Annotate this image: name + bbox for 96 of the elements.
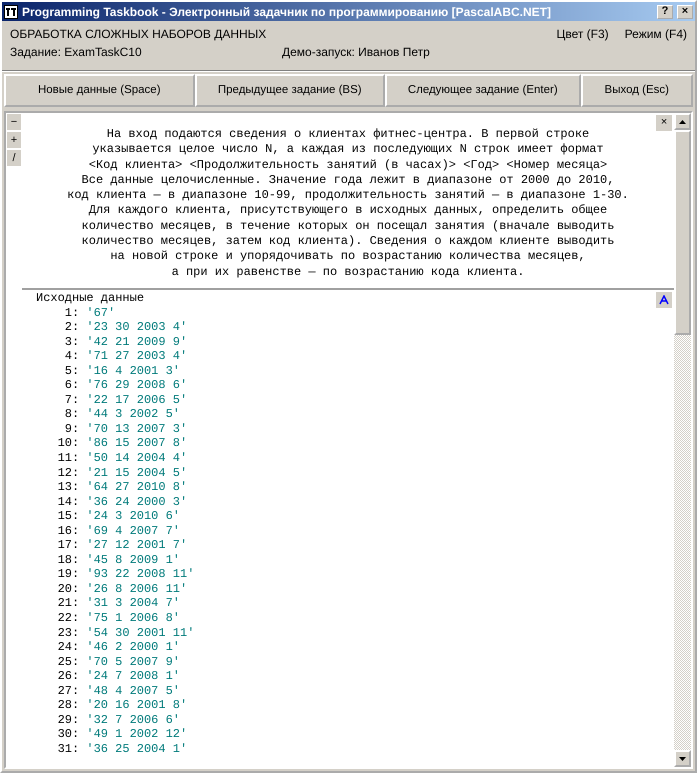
up-arrow-icon: [679, 120, 686, 124]
data-value: '27 12 2001 7': [86, 538, 188, 552]
line-number: 9:: [64, 422, 80, 436]
line-number: 13:: [56, 480, 80, 495]
data-value: '32 7 2006 6': [86, 712, 180, 727]
line-number: 2:: [64, 320, 80, 335]
data-value: '42 21 2009 9': [86, 334, 188, 349]
close-button[interactable]: ×: [656, 115, 672, 131]
line-number: 22:: [56, 611, 80, 626]
data-value: '46 2 2000 1': [86, 640, 180, 654]
data-value: '70 13 2007 3': [86, 422, 188, 436]
letter-a-icon: [659, 294, 669, 305]
side-button[interactable]: −: [7, 114, 21, 130]
data-value: '50 14 2004 4': [86, 450, 188, 465]
line-number: 29:: [56, 712, 80, 728]
description-line: Для каждого клиента, присутствующего в исходных данных, определить общее: [88, 203, 608, 219]
line-number: 30:: [56, 727, 80, 742]
color-option[interactable]: Цвет (F3): [556, 25, 609, 43]
app-icon: [4, 4, 18, 18]
side-button[interactable]: +: [7, 132, 21, 148]
data-value: '64 27 2010 8': [86, 480, 188, 494]
data-value: '16 4 2001 3': [86, 364, 180, 378]
line-number: 19:: [56, 567, 80, 582]
toolbar-button[interactable]: Следующее задание (Enter): [385, 74, 580, 107]
line-number: 24:: [56, 640, 80, 655]
line-number: 20:: [56, 582, 80, 596]
data-value: '36 24 2000 3': [86, 494, 188, 509]
data-value: '26 8 2006 11': [86, 582, 188, 596]
line-number: 28:: [56, 698, 80, 713]
line-number: 5:: [64, 364, 80, 378]
section-heading: Исходные данные: [36, 290, 146, 306]
toolbar-button[interactable]: Предыдущее задание (BS): [194, 74, 385, 107]
description-line: код клиента — в диапазоне 10-99, продолжительность занятий — в диапазоне 1-30.: [66, 188, 630, 204]
mode-option[interactable]: Режим (F4): [624, 25, 687, 43]
line-number: 7:: [64, 392, 80, 408]
font-button[interactable]: [656, 292, 672, 308]
description-line: На вход подаются сведения о клиентах фитнес-центра. В первой строке: [106, 127, 590, 142]
data-value: '20 16 2001 8': [86, 698, 188, 712]
data-value: '31 3 2004 7': [86, 596, 180, 610]
data-value: '49 1 2002 12': [86, 727, 188, 742]
data-value: '86 15 2007 8': [86, 436, 188, 450]
data-value: '24 3 2010 6': [86, 509, 180, 524]
data-value: '75 1 2006 8': [86, 611, 180, 625]
data-value: '45 8 2009 1': [86, 552, 180, 567]
data-value: '48 4 2007 5': [86, 684, 180, 698]
line-number: 17:: [56, 538, 80, 553]
line-number: 6:: [64, 378, 80, 393]
data-value: '23 30 2003 4': [86, 320, 188, 334]
toolbar-button[interactable]: Новые данные (Space): [4, 74, 194, 107]
line-number: 12:: [56, 466, 80, 480]
line-number: 25:: [56, 654, 80, 670]
group-title: ОБРАБОТКА СЛОЖНЫХ НАБОРОВ ДАННЫХ: [10, 27, 266, 41]
line-number: 14:: [56, 494, 80, 510]
task-label: Задание: ExamTaskC10: [10, 44, 143, 61]
toolbar-button[interactable]: Выход (Esc): [580, 74, 693, 107]
data-value: '36 25 2004 1': [86, 742, 188, 756]
line-number: 11:: [56, 450, 80, 466]
data-value: '71 27 2003 4': [86, 349, 188, 364]
description-line: указывается целое число N, а каждая из последующих N строк имеет формат: [91, 142, 605, 158]
window-title: Programming Taskbook - Электронный задачник по программированию [PascalABC.NET]: [22, 4, 552, 20]
close-button[interactable]: ×: [677, 4, 693, 18]
line-number: 18:: [56, 552, 80, 568]
description-line: а при их равенстве — по возрастанию кода клиента.: [170, 264, 526, 280]
line-number: 26:: [56, 669, 80, 684]
data-value: '69 4 2007 7': [86, 524, 180, 538]
line-number: 4:: [64, 349, 80, 364]
scroll-up-button[interactable]: [674, 113, 691, 130]
line-number: 15:: [56, 509, 80, 524]
line-number: 31:: [56, 742, 80, 756]
data-value: '24 7 2008 1': [86, 669, 180, 684]
data-value: '76 29 2008 6': [86, 378, 188, 392]
side-button[interactable]: /: [7, 150, 21, 166]
data-value: '21 15 2004 5': [86, 466, 188, 480]
line-number: 1:: [64, 306, 80, 320]
description-line: количество месяцев, в течение которых он посещал занятия (вначале выводить: [80, 218, 616, 234]
line-number: 10:: [56, 436, 80, 451]
data-value: '54 30 2001 11': [86, 626, 194, 640]
description-line: <Код клиента> <Продолжительность занятий (в часах)> <Год> <Номер месяца>: [88, 158, 608, 173]
data-value: '67': [86, 306, 116, 320]
line-number: 27:: [56, 684, 80, 698]
line-number: 23:: [56, 626, 80, 640]
line-number: 3:: [64, 334, 80, 350]
demo-label: Демо-запуск: Иванов Петр: [282, 44, 430, 61]
line-number: 16:: [56, 524, 80, 538]
data-value: '44 3 2002 5': [86, 407, 180, 422]
line-number: 8:: [64, 407, 80, 422]
description-line: Все данные целочисленные. Значение года лежит в диапазоне от 2000 до 2010,: [80, 172, 616, 188]
data-value: '70 5 2007 9': [86, 654, 180, 669]
line-number: 21:: [56, 596, 80, 611]
scroll-down-button[interactable]: [674, 750, 691, 767]
help-button[interactable]: ?: [657, 4, 673, 18]
down-arrow-icon: [679, 756, 686, 760]
description-line: на новой строке и упорядочивать по возрастанию количества месяцев,: [109, 249, 587, 265]
data-value: '93 22 2008 11': [86, 567, 194, 582]
description-line: количество месяцев, затем код клиента). Сведения о каждом клиенте выводить: [80, 234, 616, 250]
data-value: '22 17 2006 5': [86, 392, 188, 407]
